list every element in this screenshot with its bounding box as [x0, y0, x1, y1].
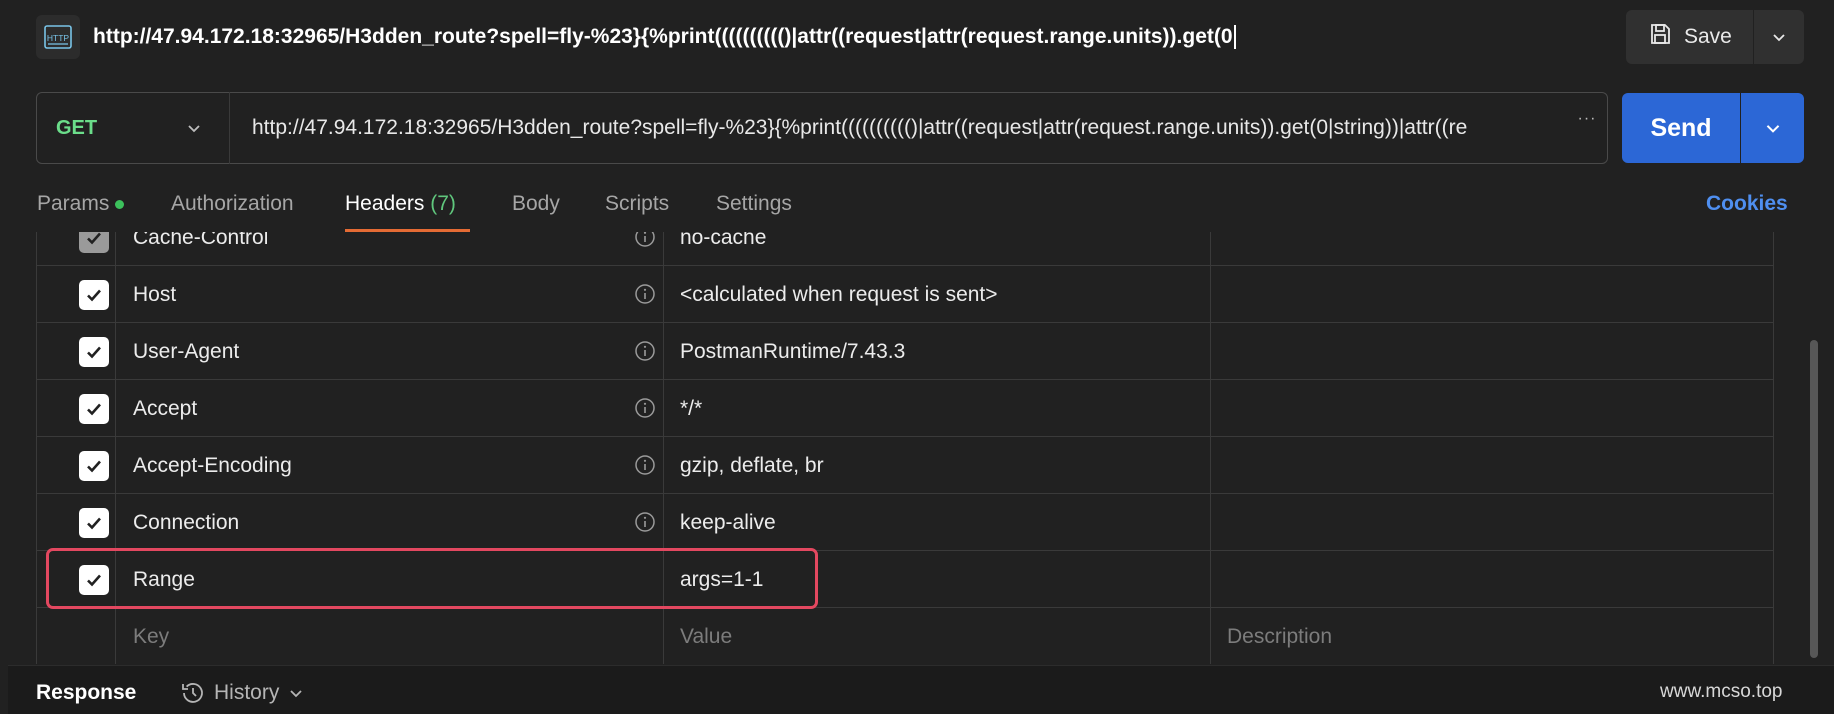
tab-body-label: Body — [512, 192, 560, 215]
http-request-icon: HTTP — [36, 15, 80, 59]
checkmark-icon — [87, 289, 101, 302]
save-options-button[interactable] — [1754, 10, 1804, 64]
table-row: Host <calculated when request is sent> — [37, 266, 1773, 323]
tab-authorization-label: Authorization — [171, 192, 294, 215]
headers-table: Cache-Control no-cache Host <calculated … — [36, 232, 1774, 664]
tab-scripts[interactable]: Scripts — [605, 188, 669, 226]
header-value[interactable]: PostmanRuntime/7.43.3 — [680, 323, 905, 380]
history-label: History — [214, 681, 280, 704]
header-value[interactable]: <calculated when request is sent> — [680, 266, 998, 323]
request-name-text: http://47.94.172.18:32965/H3dden_route?s… — [93, 25, 1233, 48]
table-row: Accept */* — [37, 380, 1773, 437]
scrollbar-thumb[interactable] — [1810, 340, 1818, 658]
row-checkbox[interactable] — [79, 565, 109, 595]
save-icon — [1648, 22, 1672, 52]
table-row: Cache-Control no-cache — [37, 232, 1773, 266]
tab-authorization[interactable]: Authorization — [171, 188, 294, 226]
tab-headers-count: (7) — [430, 192, 456, 215]
info-icon[interactable] — [634, 340, 656, 362]
header-key[interactable]: User-Agent — [133, 323, 239, 380]
tab-headers[interactable]: Headers (7) — [345, 188, 456, 226]
tab-settings[interactable]: Settings — [716, 188, 792, 226]
header-key[interactable]: Accept — [133, 380, 197, 437]
description-placeholder[interactable]: Description — [1227, 608, 1332, 664]
response-panel-toggle[interactable]: Response — [36, 681, 136, 705]
row-checkbox[interactable] — [79, 280, 109, 310]
checkmark-icon — [87, 517, 101, 530]
checkmark-icon — [87, 460, 101, 473]
info-icon[interactable] — [634, 283, 656, 305]
header-key[interactable]: Cache-Control — [133, 232, 268, 266]
table-row: Accept-Encoding gzip, deflate, br — [37, 437, 1773, 494]
row-checkbox[interactable] — [79, 337, 109, 367]
tab-scripts-label: Scripts — [605, 192, 670, 215]
header-value[interactable]: args=1-1 — [680, 551, 763, 608]
url-input[interactable]: http://47.94.172.18:32965/H3dden_route?s… — [252, 92, 1582, 164]
checkmark-icon — [87, 346, 101, 359]
table-row: User-Agent PostmanRuntime/7.43.3 — [37, 323, 1773, 380]
save-label: Save — [1684, 25, 1732, 48]
key-placeholder[interactable]: Key — [133, 608, 169, 664]
history-button[interactable]: History — [180, 680, 305, 706]
params-indicator-dot — [115, 199, 125, 209]
request-name-field[interactable]: http://47.94.172.18:32965/H3dden_route?s… — [93, 22, 1593, 52]
chevron-down-icon — [290, 690, 302, 698]
table-row: Range args=1-1 — [37, 551, 1773, 608]
history-icon — [182, 683, 203, 703]
text-cursor — [1233, 25, 1236, 50]
row-checkbox[interactable] — [79, 394, 109, 424]
row-checkbox[interactable] — [79, 451, 109, 481]
method-select[interactable]: GET — [36, 92, 230, 164]
header-key[interactable]: Host — [133, 266, 176, 323]
header-key[interactable]: Connection — [133, 494, 239, 551]
cookies-link[interactable]: Cookies — [1706, 188, 1788, 220]
table-row-new: Key Value Description — [37, 608, 1773, 664]
info-icon[interactable] — [634, 232, 656, 248]
value-placeholder[interactable]: Value — [680, 608, 732, 664]
info-icon[interactable] — [634, 454, 656, 476]
header-value[interactable]: */* — [680, 380, 702, 437]
chevron-down-icon — [1773, 34, 1785, 42]
info-icon[interactable] — [634, 397, 656, 419]
header-key[interactable]: Accept-Encoding — [133, 437, 292, 494]
chevron-down-icon — [188, 125, 200, 133]
checkmark-icon — [87, 403, 101, 416]
method-label: GET — [56, 116, 98, 139]
header-value[interactable]: no-cache — [680, 232, 766, 266]
table-row: Connection keep-alive — [37, 494, 1773, 551]
tab-params[interactable]: Params — [37, 188, 125, 226]
send-button[interactable]: Send — [1622, 93, 1740, 163]
header-key[interactable]: Range — [133, 551, 195, 608]
tab-settings-label: Settings — [716, 192, 792, 215]
chevron-down-icon — [1766, 125, 1779, 133]
checkmark-icon — [87, 232, 101, 245]
svg-text:HTTP: HTTP — [47, 33, 70, 43]
info-icon[interactable] — [634, 511, 656, 533]
send-options-button[interactable] — [1741, 93, 1804, 163]
tab-body[interactable]: Body — [512, 188, 560, 226]
header-value[interactable]: keep-alive — [680, 494, 776, 551]
more-icon[interactable]: ··· — [1572, 110, 1602, 130]
tab-params-label: Params — [37, 192, 110, 215]
tab-headers-label: Headers — [345, 192, 425, 215]
header-value[interactable]: gzip, deflate, br — [680, 437, 824, 494]
watermark: www.mcso.top — [1660, 681, 1783, 702]
row-checkbox[interactable] — [79, 508, 109, 538]
row-checkbox[interactable] — [79, 232, 109, 253]
checkmark-icon — [87, 574, 101, 587]
save-button[interactable]: Save — [1626, 10, 1753, 64]
